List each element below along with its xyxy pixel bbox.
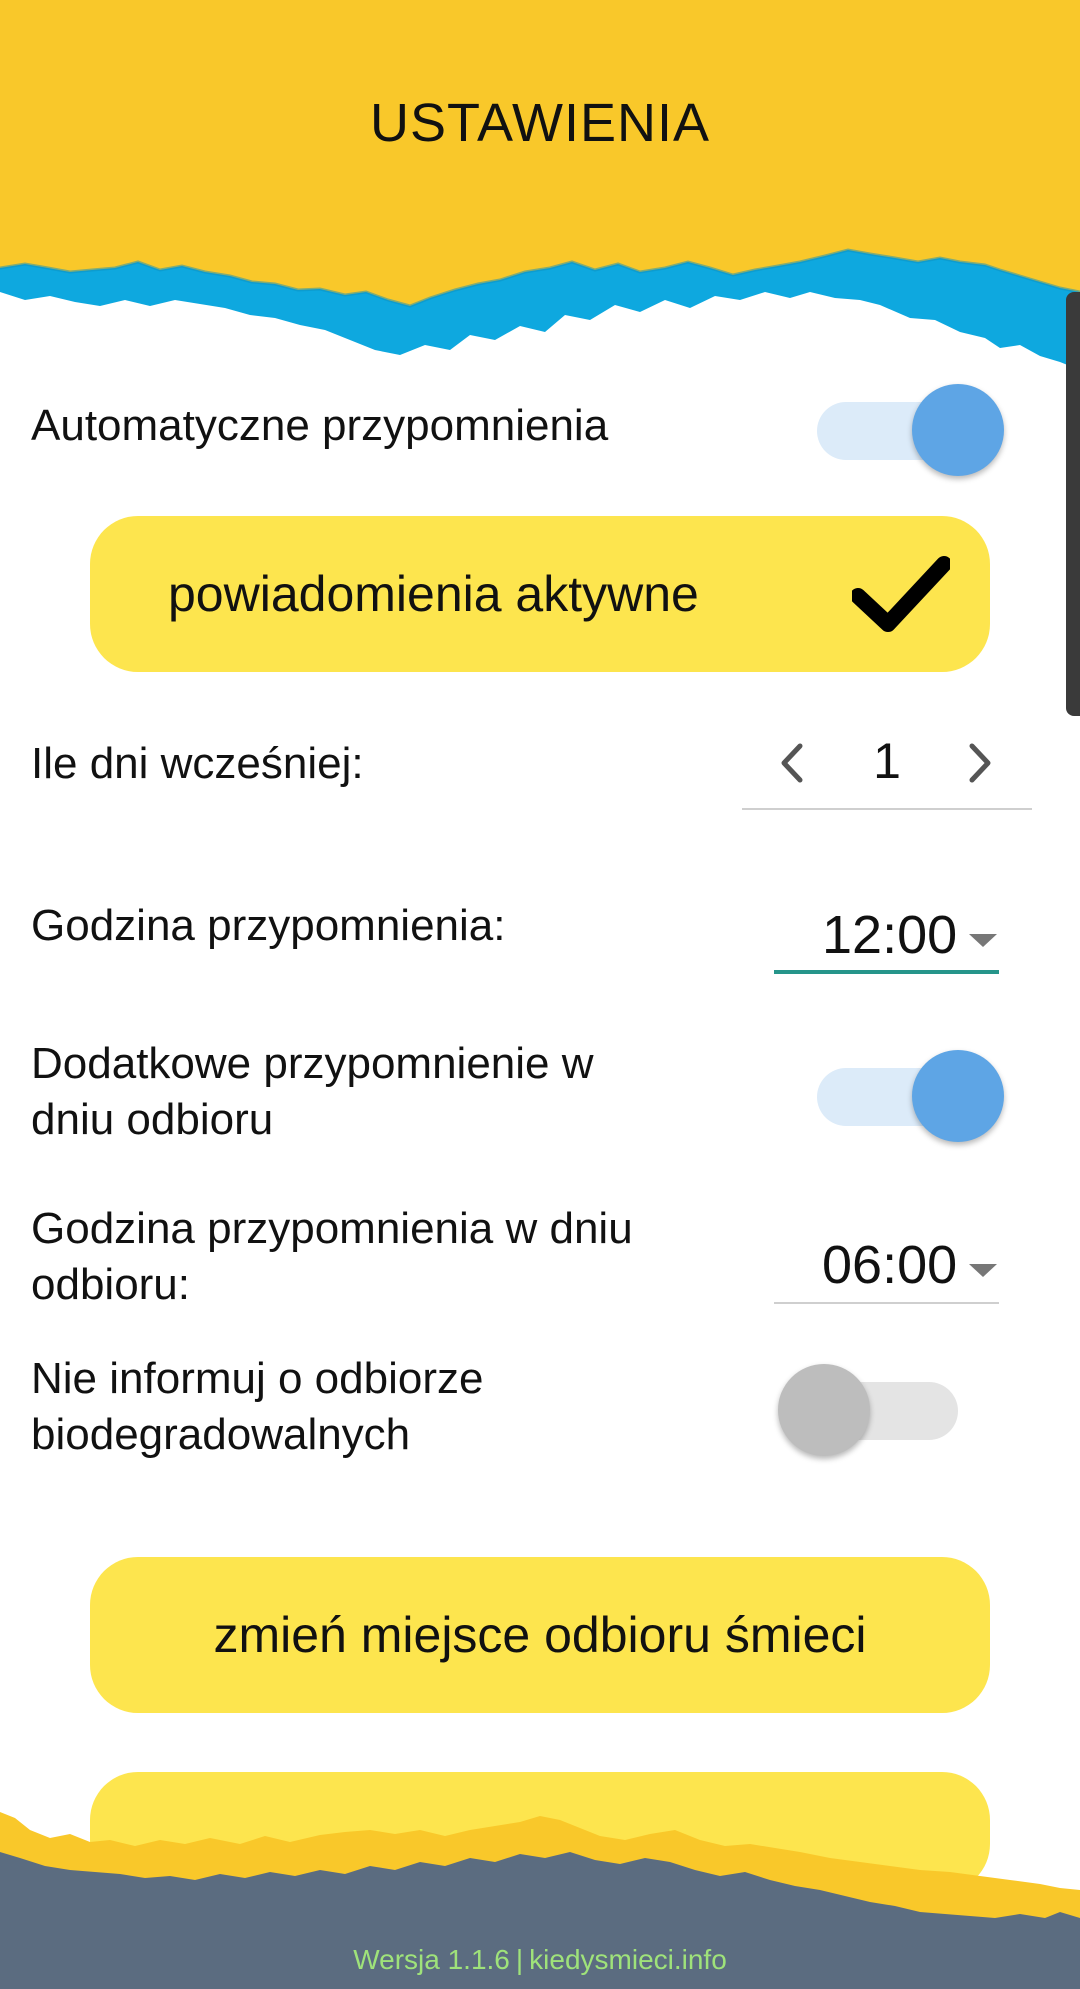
pickup-day-time-label-line2: odbioru:: [31, 1260, 191, 1309]
chevron-right-icon[interactable]: [960, 738, 1000, 788]
auto-reminders-toggle[interactable]: [807, 380, 1007, 476]
change-location-button[interactable]: zmień miejsce odbioru śmieci: [90, 1557, 990, 1713]
extra-reminder-label: Dodatkowe przypomnienie w dniu odbioru: [31, 1036, 594, 1148]
skip-bio-label-line2: biodegradowalnych: [31, 1410, 411, 1459]
version-text: Wersja 1.1.6 | kiedysmieci.info: [0, 1944, 1080, 1976]
reminder-time-label: Godzina przypomnienia:: [31, 901, 506, 950]
dropdown-arrow-icon: [969, 934, 997, 947]
extra-reminder-label-line1: Dodatkowe przypomnienie w: [31, 1039, 594, 1088]
header-background: [0, 0, 1080, 370]
extra-reminder-label-line2: dniu odbioru: [31, 1095, 274, 1144]
dropdown-arrow-icon: [969, 1264, 997, 1277]
skip-bio-label-line1: Nie informuj o odbiorze: [31, 1354, 484, 1403]
scrollbar-thumb[interactable]: [1066, 292, 1080, 716]
pickup-day-time-label-line1: Godzina przypomnienia w dniu: [31, 1204, 633, 1253]
chevron-left-icon[interactable]: [772, 738, 812, 788]
reminder-time-select[interactable]: 12:00: [774, 894, 999, 974]
change-location-label: zmień miejsce odbioru śmieci: [213, 1607, 867, 1663]
auto-reminders-label: Automatyczne przypomnienia: [31, 401, 609, 450]
pickup-day-time-select[interactable]: 06:00: [774, 1224, 999, 1304]
days-before-value: 1: [873, 733, 901, 789]
version-label: Wersja 1.1.6: [353, 1944, 510, 1975]
days-before-label: Ile dni wcześniej:: [31, 739, 364, 788]
skip-bio-label: Nie informuj o odbiorze biodegradowalnyc…: [31, 1351, 483, 1463]
page-title: USTAWIENIA: [369, 93, 710, 153]
toggle-thumb: [912, 1050, 1004, 1142]
check-icon: [852, 556, 950, 632]
toggle-thumb: [912, 384, 1004, 476]
toggle-thumb: [778, 1364, 870, 1456]
select-underline: [774, 1302, 999, 1304]
pickup-day-time-label: Godzina przypomnienia w dniu odbioru:: [31, 1201, 633, 1313]
skip-bio-toggle[interactable]: [778, 1360, 978, 1456]
website-link[interactable]: kiedysmieci.info: [529, 1944, 727, 1975]
version-separator: |: [515, 1944, 524, 1975]
select-underline: [774, 970, 999, 974]
notifications-active-button[interactable]: powiadomienia aktywne: [90, 516, 990, 672]
reminder-time-value: 12:00: [822, 905, 958, 965]
days-before-stepper[interactable]: 1: [742, 720, 1032, 810]
pickup-day-time-value: 06:00: [822, 1235, 958, 1295]
notifications-active-label: powiadomienia aktywne: [168, 566, 699, 622]
extra-reminder-toggle[interactable]: [807, 1046, 1007, 1142]
